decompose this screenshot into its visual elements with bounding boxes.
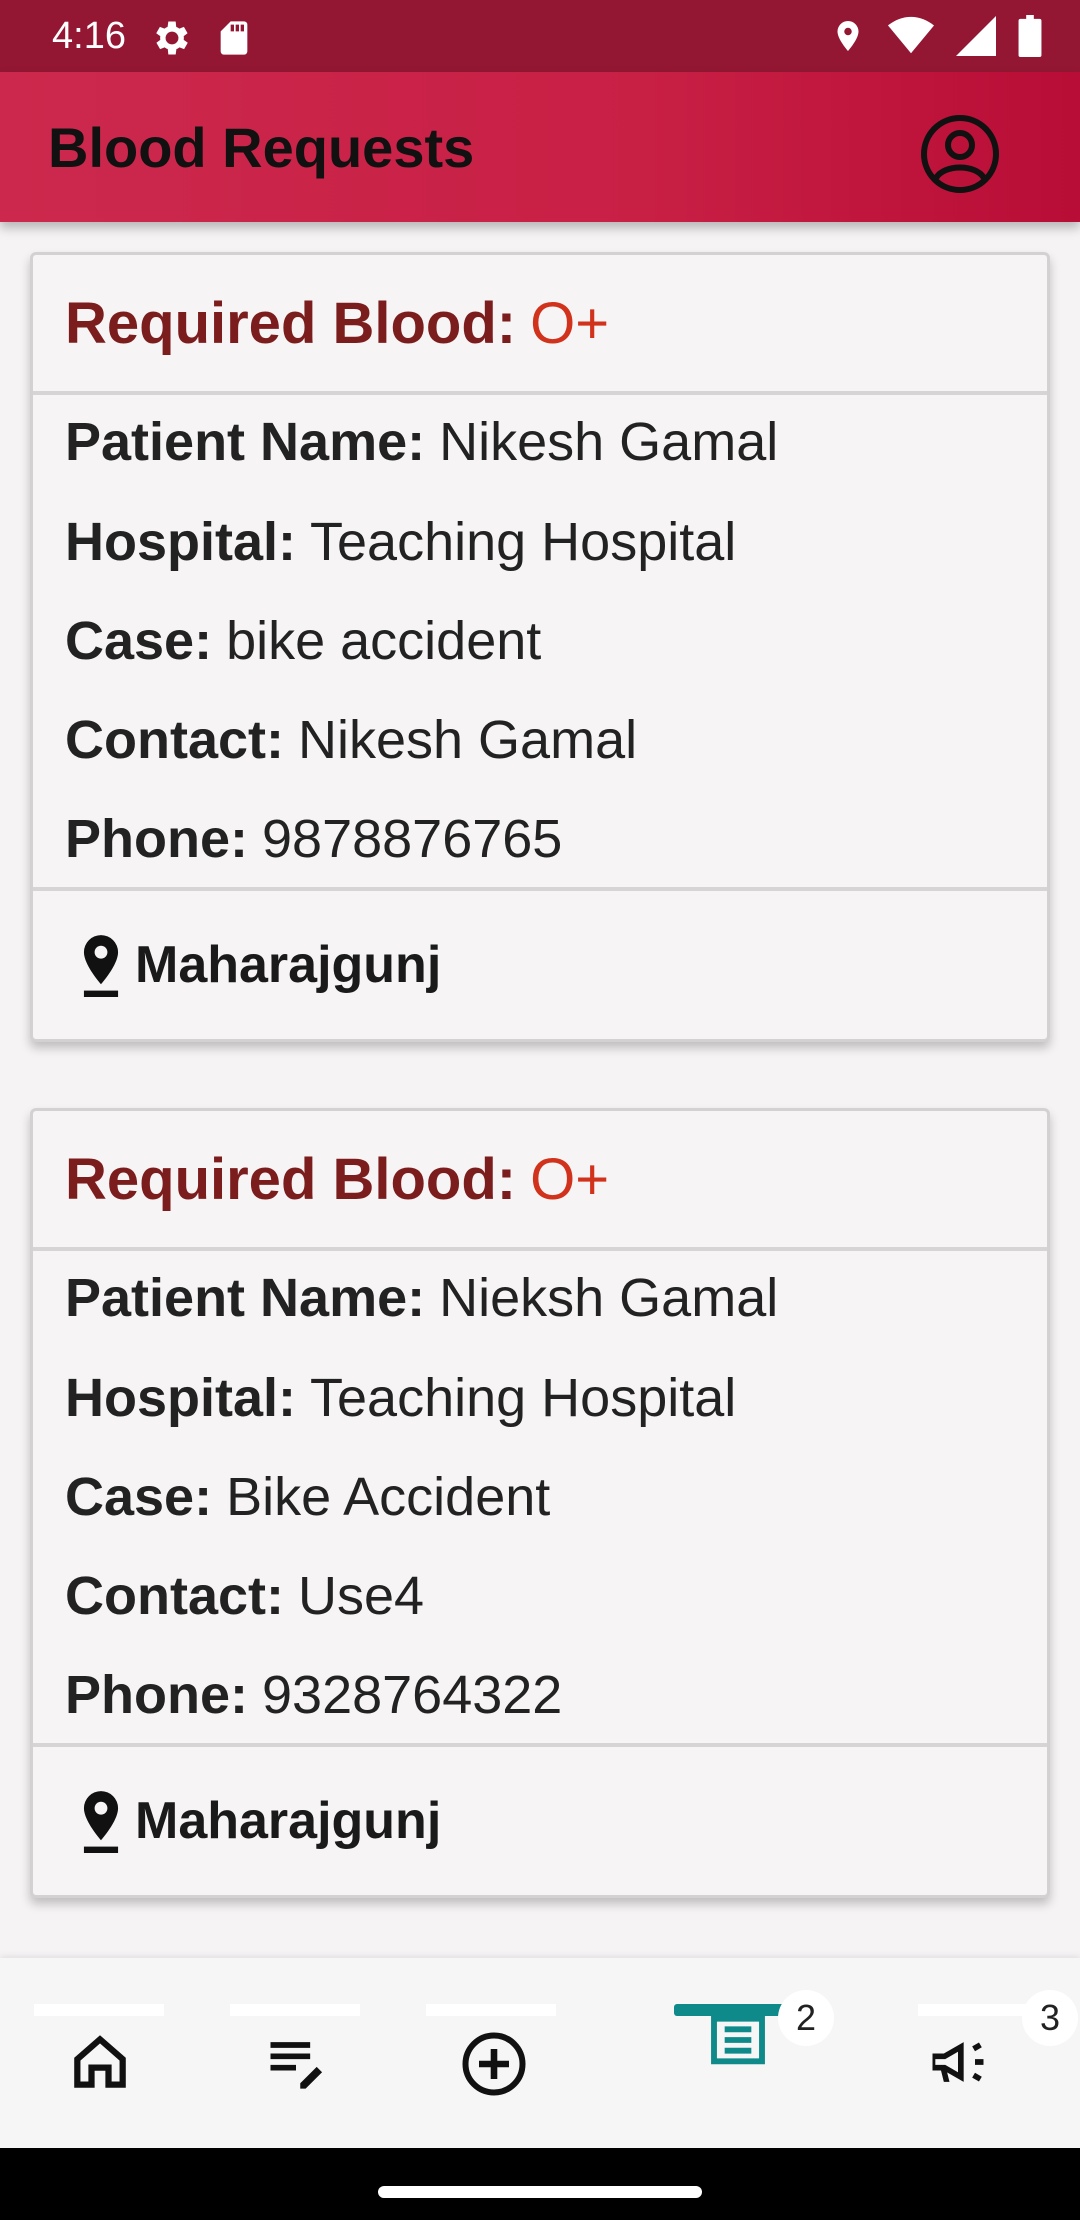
nav-campaigns[interactable]: 3 [918,1958,1078,2148]
hospital-value: Teaching Hospital [310,1368,737,1428]
campaigns-count-badge: 3 [1022,1990,1078,2046]
case-value: bike accident [226,611,542,671]
requests-count-badge: 2 [778,1990,834,2046]
patient-name-value: Nieksh Gamal [439,1268,779,1328]
list-icon [711,2015,765,2065]
phone-row: Phone: 9878876765 [65,809,563,869]
location-row: Maharajgunj [75,933,441,997]
settings-gear-icon [156,21,188,55]
nav-blood-requests[interactable]: 2 [674,1958,834,2148]
hospital-row: Hospital: Teaching Hospital [65,1368,737,1428]
phone-row: Phone: 9328764322 [65,1665,563,1725]
required-blood-label: Required Blood: O+ [65,291,610,356]
location-value: Maharajgunj [135,936,442,994]
case-row: Case: bike accident [65,611,542,671]
location-pin-icon [83,1791,119,1853]
contact-row: Contact: Nikesh Gamal [65,710,638,770]
battery-icon [1018,15,1042,57]
page-title: Blood Requests [48,116,475,179]
status-time: 4:16 [52,15,126,57]
wifi-icon [888,16,934,54]
location-value: Maharajgunj [135,1792,442,1850]
nav-home[interactable] [34,1958,164,2148]
app-bar: Blood Requests [0,72,1080,222]
hospital-row: Hospital: Teaching Hospital [65,512,737,572]
edit-list-icon [270,2042,323,2089]
case-value: Bike Accident [226,1467,551,1527]
patient-name-row: Patient Name: Nieksh Gamal [65,1268,779,1328]
phone-value: 9328764322 [262,1665,563,1725]
blood-group-value: O+ [530,291,610,356]
home-icon [74,2035,126,2088]
contact-value: Nikesh Gamal [297,710,638,770]
campaign-icon [932,2042,984,2082]
hospital-value: Teaching Hospital [310,512,737,572]
signal-icon [956,16,996,56]
add-circle-icon [462,2032,526,2096]
phone-value: 9878876765 [262,809,563,869]
home-gesture-handle[interactable] [378,2186,702,2198]
status-bar: 4:16 [0,0,1080,72]
blood-group-value: O+ [530,1147,610,1212]
bottom-navigation: 2 3 [0,1958,1080,2148]
blood-request-card[interactable]: Required Blood: O+ Patient Name: Nieksh Ga… [30,1108,1050,1898]
case-row: Case: Bike Accident [65,1467,551,1527]
patient-name-value: Nikesh Gamal [439,412,779,472]
sd-card-icon [220,21,248,55]
account-button[interactable] [918,112,1002,196]
nav-add-request[interactable] [426,1958,556,2148]
location-row: Maharajgunj [75,1789,441,1853]
blood-request-card[interactable]: Required Blood: O+ Patient Name: Nikesh Ga… [30,252,1050,1042]
system-gesture-bar [0,2148,1080,2220]
location-icon [837,21,859,51]
patient-name-row: Patient Name: Nikesh Gamal [65,412,779,472]
account-circle-icon [921,115,999,193]
nav-my-requests[interactable] [230,1958,360,2148]
contact-row: Contact: Use4 [65,1566,425,1626]
contact-value: Use4 [297,1566,425,1626]
location-pin-icon [83,935,119,997]
required-blood-label: Required Blood: O+ [65,1147,610,1212]
